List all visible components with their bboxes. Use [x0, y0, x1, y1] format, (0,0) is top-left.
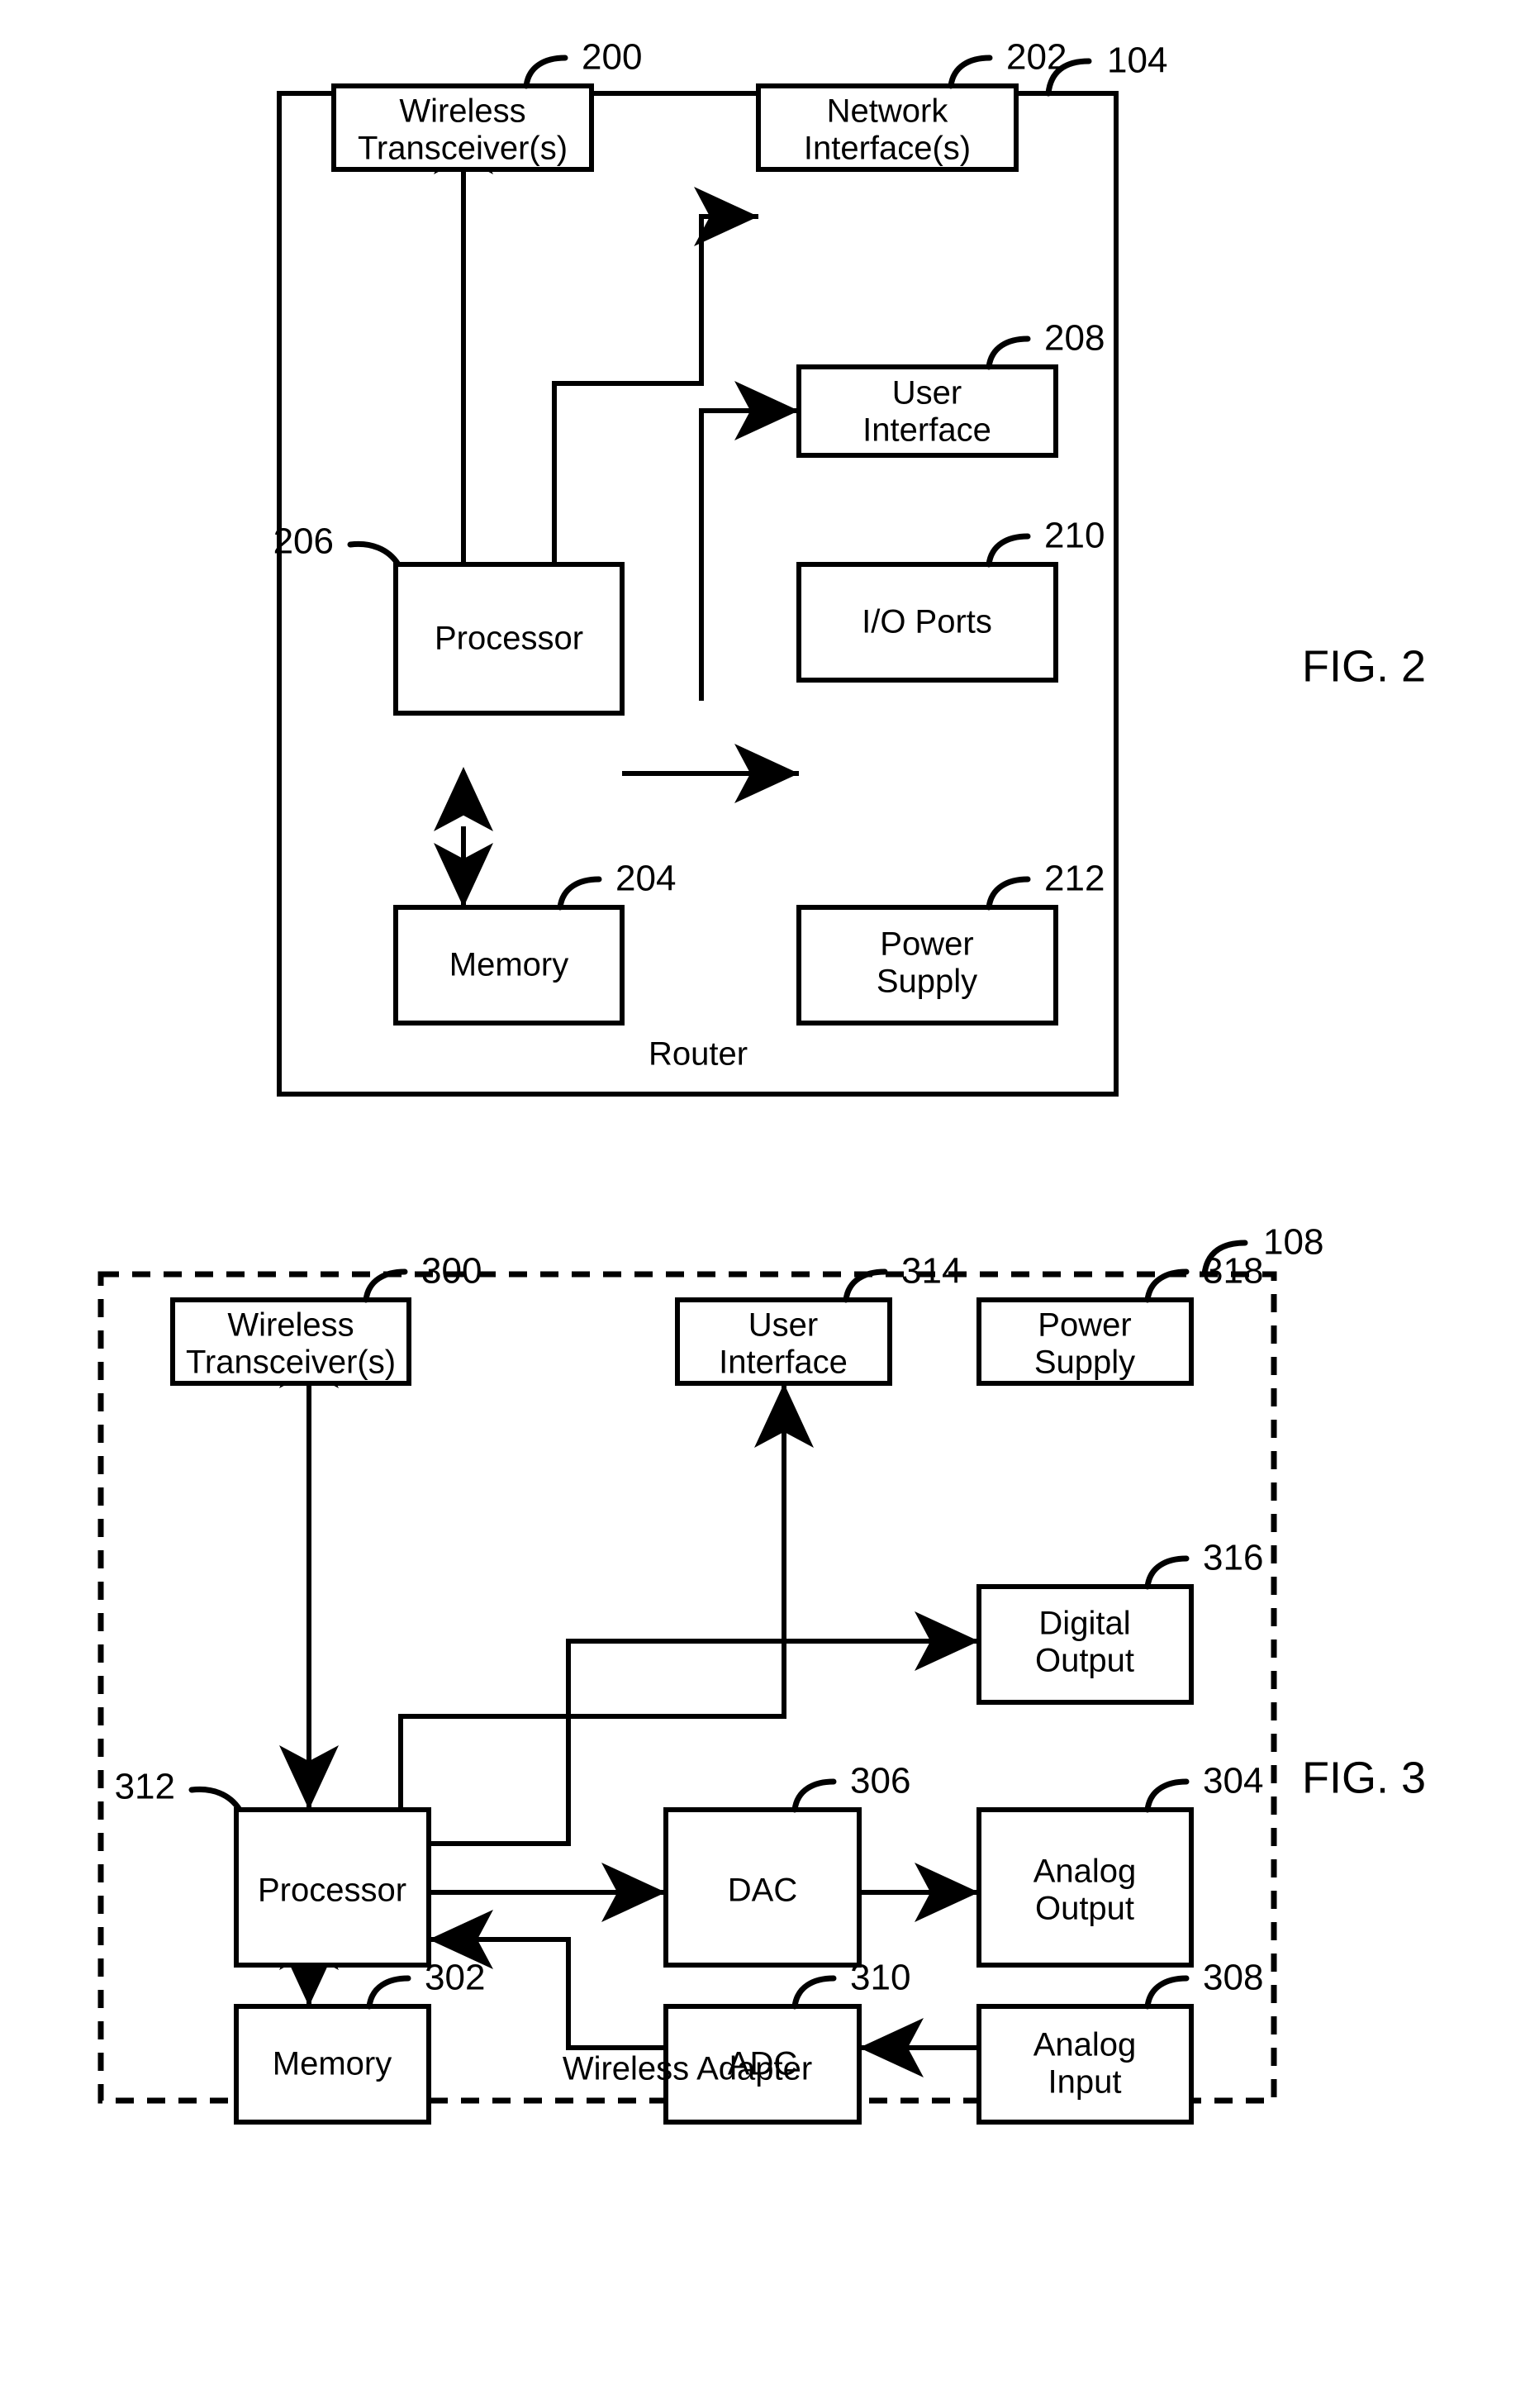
block-306-label-line1: DAC — [728, 1873, 797, 1909]
block-318-label-line1: Power — [1038, 1307, 1131, 1344]
ref-number-212: 212 — [1044, 859, 1105, 899]
leader-line-208 — [986, 336, 1031, 370]
block-316-digital-output: Digital Output 316 — [976, 1538, 1263, 1705]
ref-number-316: 316 — [1203, 1538, 1263, 1578]
block-304-analog-output: Analog Output 304 — [976, 1761, 1263, 1968]
wireless-adapter-label: Wireless Adapter — [563, 2051, 812, 2087]
patent-figure-sheet: 104 Wireless Transceiver(s) 200 Network … — [0, 0, 1530, 2408]
ref-number-318: 318 — [1203, 1251, 1263, 1292]
block-212-power-supply: Power Supply 212 — [796, 859, 1105, 1026]
block-302-memory: Memory 302 — [234, 1958, 485, 2125]
ref-number-308: 308 — [1203, 1958, 1263, 1998]
ref-number-210: 210 — [1044, 516, 1105, 556]
block-202-network-interface: Network Interface(s) 202 — [756, 37, 1067, 172]
block-212-label-line2: Supply — [877, 964, 977, 1000]
block-200-wireless-transceiver: Wireless Transceiver(s) 200 — [331, 37, 642, 172]
leader-line-306 — [791, 1778, 837, 1813]
block-308-label-line2: Input — [1048, 2064, 1122, 2101]
ref-number-306: 306 — [850, 1761, 910, 1801]
leader-line-304 — [1144, 1778, 1190, 1813]
ref-number-104: 104 — [1107, 40, 1167, 81]
block-202-label-line2: Interface(s) — [804, 131, 971, 167]
block-304-label-line1: Analog — [1033, 1854, 1137, 1890]
router-container-title: Router — [649, 1036, 748, 1073]
leader-line-302 — [366, 1975, 411, 2010]
block-206-label-overlay: Processor — [435, 621, 583, 657]
figure-3-caption: FIG. 3 — [1302, 1753, 1426, 1802]
leader-line-312 — [188, 1786, 243, 1813]
block-318-power-supply: Power Supply 318 — [976, 1251, 1263, 1386]
block-316-label-line1: Digital — [1038, 1606, 1130, 1642]
leader-line-204 — [557, 876, 602, 911]
leader-line-200 — [523, 55, 568, 89]
connector-processor-to-user-interface-fig3 — [371, 1383, 814, 1874]
figure-2-caption: FIG. 2 — [1302, 641, 1426, 691]
block-314-label-line2: Interface — [719, 1344, 848, 1381]
leader-line-308 — [1144, 1975, 1190, 2010]
ref-number-314: 314 — [901, 1251, 962, 1292]
block-314-label-line1: User — [748, 1307, 818, 1344]
block-210-io-ports: I/O Ports 210 — [796, 516, 1105, 683]
leader-line-210 — [986, 533, 1031, 568]
ref-number-310: 310 — [850, 1958, 910, 1998]
leader-line-206 — [347, 540, 402, 568]
block-300-wireless-transceiver: Wireless Transceiver(s) 300 — [170, 1251, 482, 1386]
block-204-memory: Memory 204 — [393, 859, 676, 1026]
block-306-dac: DAC 306 — [663, 1761, 910, 1968]
ref-number-108: 108 — [1263, 1222, 1323, 1263]
block-316-label-line2: Output — [1035, 1643, 1134, 1679]
ref-number-200: 200 — [582, 37, 642, 78]
block-208-label-line2: Interface — [862, 412, 991, 449]
patent-drawing-canvas: 104 Wireless Transceiver(s) 200 Network … — [97, 37, 1426, 2125]
ref-number-208: 208 — [1044, 318, 1105, 359]
block-318-label-line2: Supply — [1034, 1344, 1135, 1381]
figure-3-group: 108 Wireless Transceiver(s) 300 User Int… — [97, 1222, 1426, 2125]
ref-number-312: 312 — [115, 1767, 175, 1807]
ref-number-304: 304 — [1203, 1761, 1263, 1801]
block-308-label-line1: Analog — [1033, 2027, 1137, 2063]
block-308-analog-input: Analog Input 308 — [976, 1958, 1263, 2125]
ref-number-302: 302 — [425, 1958, 485, 1998]
block-302-label-line1: Memory — [273, 2046, 392, 2082]
leader-line-212 — [986, 876, 1031, 911]
ref-number-300: 300 — [421, 1251, 482, 1292]
connector-processor-to-user-interface-fig2 — [699, 381, 799, 701]
block-208-user-interface: User Interface 208 — [796, 318, 1105, 458]
block-310-adc: ADC 310 — [663, 1958, 910, 2125]
ref-number-206: 206 — [273, 521, 334, 562]
block-200-label-line1: Wireless — [399, 93, 525, 130]
figure-2-group: 104 Wireless Transceiver(s) 200 Network … — [273, 37, 1426, 1097]
ref-number-204: 204 — [615, 859, 676, 899]
block-304-label-line2: Output — [1035, 1891, 1134, 1927]
block-202-label-line1: Network — [827, 93, 949, 130]
block-208-label-line1: User — [892, 375, 962, 412]
block-200-label-line2: Transceiver(s) — [358, 131, 568, 167]
block-300-label-line1: Wireless — [227, 1307, 354, 1344]
block-204-label-line1: Memory — [449, 947, 568, 983]
block-210-label-line1: I/O Ports — [862, 604, 992, 640]
block-312-label-overlay: Processor — [258, 1873, 406, 1909]
leader-line-310 — [791, 1975, 837, 2010]
leader-line-316 — [1144, 1555, 1190, 1590]
leader-line-202 — [948, 55, 993, 89]
block-300-label-line2: Transceiver(s) — [186, 1344, 396, 1381]
leader-line-314 — [843, 1268, 888, 1303]
block-212-label-line1: Power — [880, 926, 973, 963]
ref-number-202: 202 — [1006, 37, 1067, 78]
block-314-user-interface: User Interface 314 — [675, 1251, 962, 1386]
